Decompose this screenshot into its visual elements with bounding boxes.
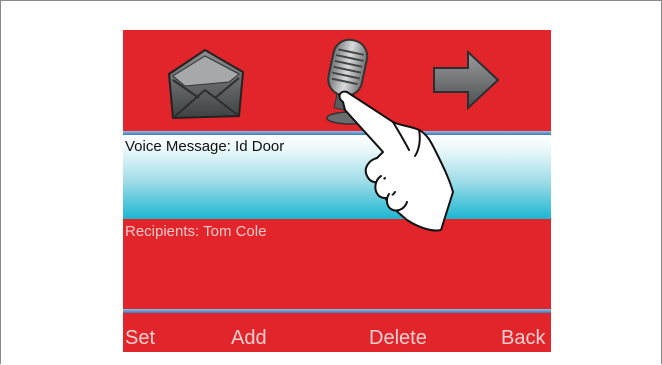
microphone-icon[interactable]: [303, 36, 393, 126]
device-screen: Voice Message: Id Door Recipients: Tom C…: [123, 30, 551, 352]
delete-softkey[interactable]: Delete: [369, 326, 427, 350]
set-softkey[interactable]: Set: [125, 326, 155, 350]
device-frame: Voice Message: Id Door Recipients: Tom C…: [0, 0, 662, 364]
voice-message-selection[interactable]: Voice Message: Id Door: [123, 135, 551, 219]
back-softkey[interactable]: Back: [501, 326, 545, 350]
arrow-right-icon[interactable]: [428, 36, 508, 126]
envelope-icon[interactable]: [163, 36, 253, 126]
separator-bottom: [123, 309, 551, 313]
recipients-label: Recipients: Tom Cole: [125, 223, 267, 240]
voice-message-label: Voice Message: Id Door: [125, 138, 285, 155]
add-softkey[interactable]: Add: [231, 326, 267, 350]
